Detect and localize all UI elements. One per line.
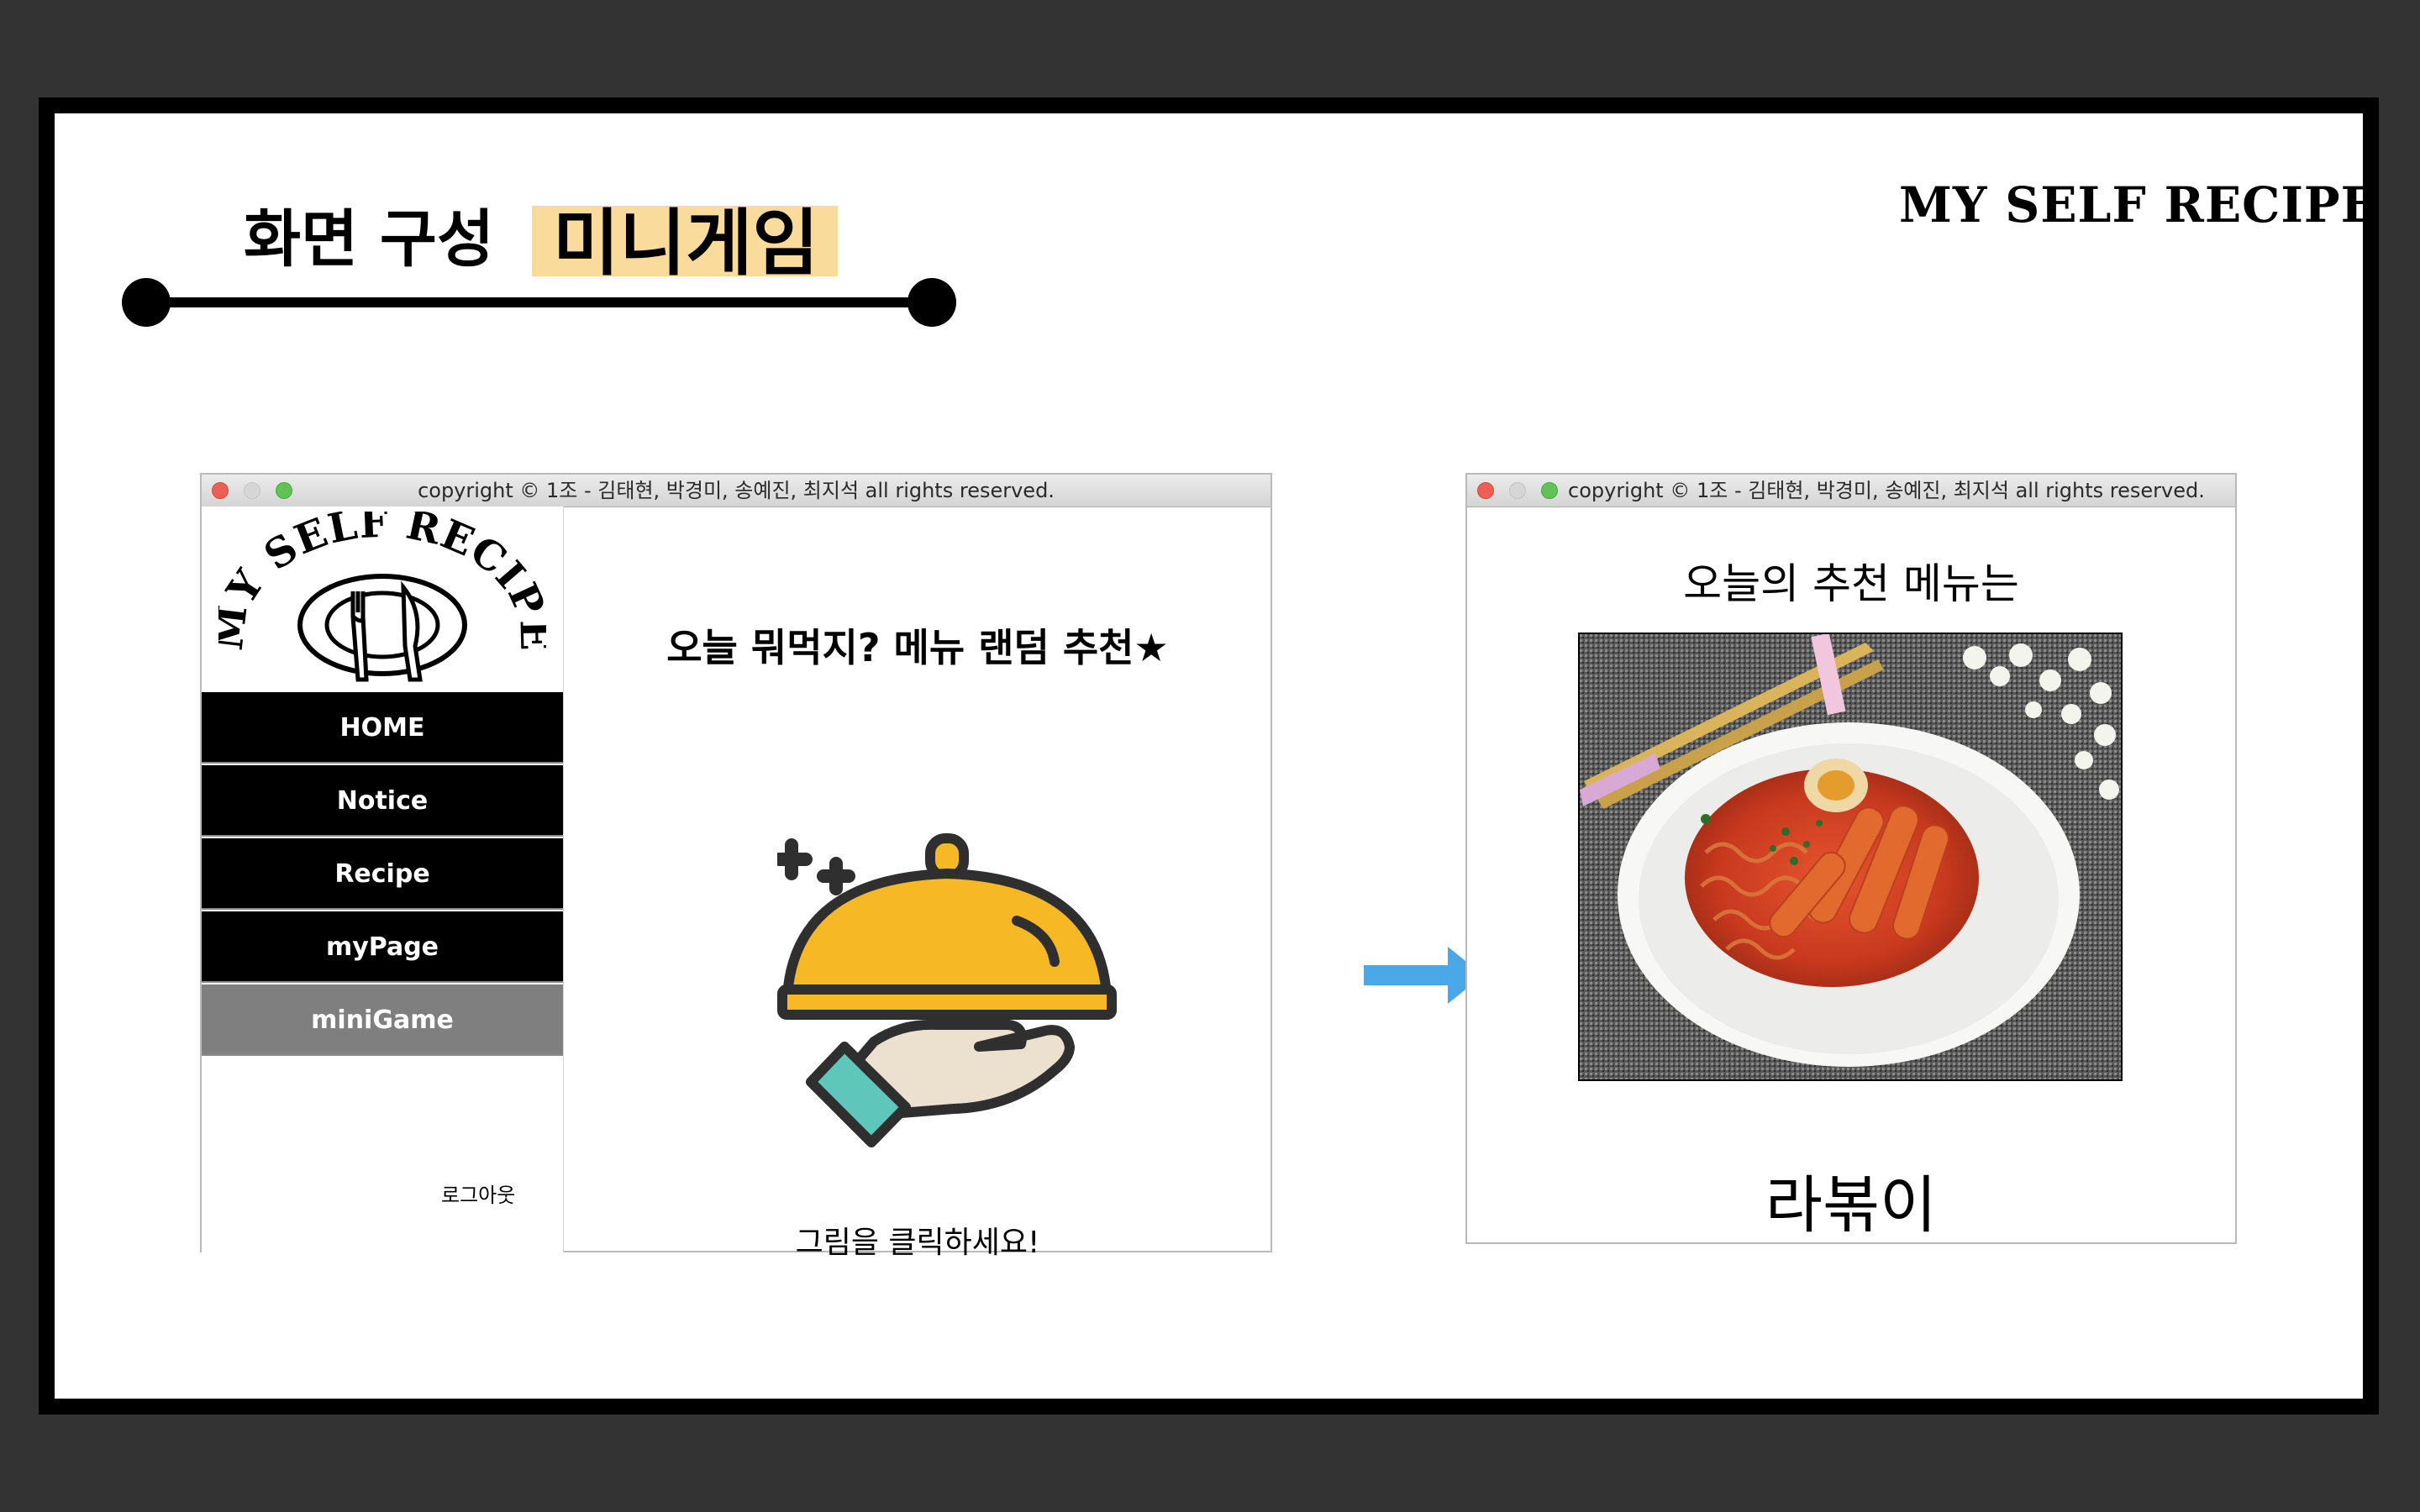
- result-window: copyright © 1조 - 김태현, 박경미, 송예진, 최지석 all …: [1465, 473, 2237, 1244]
- window-titlebar: copyright © 1조 - 김태현, 박경미, 송예진, 최지석 all …: [1467, 475, 2235, 507]
- recommend-title: 오늘의 추천 메뉴는: [1683, 559, 2019, 608]
- minimize-button[interactable]: [1509, 482, 1526, 499]
- sidebar: MY SELF RECIPE HOME Notice Recipe myPage…: [202, 507, 564, 1252]
- food-image: [1580, 634, 2121, 1079]
- window-title: copyright © 1조 - 김태현, 박경미, 송예진, 최지석 all …: [1568, 479, 2205, 502]
- rule-dot-right: [908, 278, 956, 327]
- minimize-button[interactable]: [244, 482, 260, 499]
- slide: MY SELF RECIPE 화면 구성 미니게임 copyright © 1조…: [55, 113, 2363, 1399]
- svg-text:MY SELF RECIPE: MY SELF RECIPE: [218, 512, 546, 653]
- heading-prefix: 화면 구성: [244, 203, 495, 276]
- maximize-button[interactable]: [1541, 482, 1558, 499]
- nav-notice[interactable]: Notice: [202, 765, 563, 837]
- nav-minigame[interactable]: miniGame: [202, 984, 563, 1056]
- fork-knife-plate-icon: MY SELF RECIPE: [218, 512, 546, 682]
- game-title: 오늘 뭐먹지? 메뉴 랜덤 추천★: [666, 625, 1169, 670]
- rule-dot-left: [122, 278, 171, 327]
- window-title: copyright © 1조 - 김태현, 박경미, 송예진, 최지석 all …: [418, 479, 1055, 502]
- window-titlebar: copyright © 1조 - 김태현, 박경미, 송예진, 최지석 all …: [202, 475, 1270, 507]
- maximize-button[interactable]: [276, 482, 292, 499]
- heading-rule: [147, 297, 945, 307]
- nav-home[interactable]: HOME: [202, 692, 563, 764]
- close-button[interactable]: [212, 482, 229, 499]
- food-photo: [1578, 633, 2123, 1081]
- logo-text: MY SELF RECIPE: [218, 512, 546, 653]
- logout-link[interactable]: 로그아웃: [441, 1179, 515, 1208]
- slide-frame: MY SELF RECIPE 화면 구성 미니게임 copyright © 1조…: [39, 97, 2379, 1415]
- heading-highlight: 미니게임: [553, 202, 819, 286]
- nav-recipe[interactable]: Recipe: [202, 838, 563, 910]
- click-hint: 그림을 클릭하세요!: [795, 1226, 1040, 1260]
- minigame-window: copyright © 1조 - 김태현, 박경미, 송예진, 최지석 all …: [200, 473, 1272, 1260]
- nav-mypage[interactable]: myPage: [202, 911, 563, 983]
- recommended-menu-name: 라볶이: [1765, 1169, 1938, 1242]
- cloche-icon[interactable]: [777, 830, 1122, 1166]
- brand-logo: MY SELF RECIPE: [1899, 176, 2363, 234]
- close-button[interactable]: [1477, 482, 1494, 499]
